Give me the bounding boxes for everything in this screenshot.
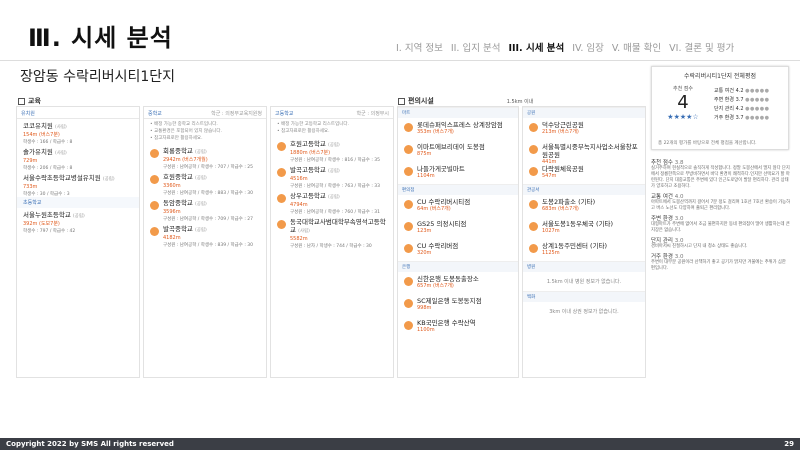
list-item[interactable]: 동국대학교사범대학부속영석고등학교 (사립) 5582m 구성원 : 남자 / 학생…: [271, 215, 393, 249]
list-item[interactable]: 코코유치원 (사립) 154m (버스7분) 학생수 : 166 / 학급수 : 8: [17, 119, 139, 145]
school-icon: [150, 227, 159, 236]
list-item[interactable]: 상계1동주민센터 (기타) 1125m: [523, 239, 645, 261]
complex-name: 장암동 수락리버시티1단지: [20, 69, 176, 85]
star-rating-icon: ★★★★☆: [667, 113, 699, 121]
school-icon: [277, 142, 286, 151]
nav-item-visit[interactable]: IV. 임장: [572, 40, 604, 54]
school-icon: [277, 220, 286, 229]
total-score: 추천 점수 4 ★★★★☆: [658, 85, 708, 121]
bank-icon: [404, 321, 413, 330]
nav-item-conclusion[interactable]: VI. 결론 및 평가: [669, 40, 734, 54]
facilities-right-panel: 공원 덕수당근린공원 213m (버스7개) 서울특별시중부녹지사업소서울창포원공…: [522, 106, 646, 378]
nav-item-price[interactable]: III. 시세 분석: [508, 40, 564, 54]
section-nav: I. 지역 정보 II. 입지 분석 III. 시세 분석 IV. 임장 V. …: [396, 40, 734, 54]
bank-icon: [404, 299, 413, 308]
list-item[interactable]: 나들가게굿빌마트 1104m: [398, 162, 518, 184]
page-number: 29: [784, 440, 794, 448]
empty-message: 3km 이내 상권 정보가 없습니다.: [549, 309, 619, 315]
list-item[interactable]: 상우고등학교 (공립) 4794m 구성원 : 남여공학 / 학생수 : 760 /…: [271, 189, 393, 215]
nav-item-location[interactable]: II. 입지 분석: [451, 40, 501, 54]
house-icon: [18, 97, 25, 105]
list-item[interactable]: 호원중학교 (공립) 3360m 구성원 : 남여공학 / 학생수 : 883 / …: [144, 170, 266, 196]
store-icon: [398, 97, 405, 105]
nav-item-region[interactable]: I. 지역 정보: [396, 40, 443, 54]
copyright: Copyright 2022 by SMS All rights reserve…: [6, 440, 174, 448]
list-item[interactable]: 덕수당근린공원 213m (버스7개): [523, 118, 645, 140]
list-item[interactable]: 이마트에브리데이 도봉점 875m: [398, 140, 518, 162]
list-item[interactable]: 서울수락초등학교병설유치원 (공립) 733m 학생수 : 30 / 학급수 : 3: [17, 171, 139, 197]
building-icon: [529, 200, 538, 209]
park-icon: [529, 123, 538, 132]
school-icon: [150, 149, 159, 158]
empty-message: 1.5km 이내 병원 정보가 없습니다.: [546, 279, 622, 285]
list-item[interactable]: 도봉2파출소 (기타) 683m (버스7개): [523, 195, 645, 217]
notes: • 배정 가능한 고등학교 리스트입니다. • 참고자료로만 활용하세요.: [277, 122, 349, 134]
school-icon: [277, 194, 286, 203]
footer-bar: Copyright 2022 by SMS All rights reserve…: [0, 438, 800, 450]
notes: • 배정 가능한 중학교 리스트입니다. • 교통환경은 포함되어 있지 않습니다…: [150, 122, 222, 141]
park-icon: [529, 145, 538, 154]
list-item[interactable]: KB국민은행 수락산역 1100m: [398, 316, 518, 338]
slide: Ⅲ. 시세 분석 I. 지역 정보 II. 입지 분석 III. 시세 분석 I…: [0, 0, 800, 450]
kindergarten-label: 유치원: [21, 111, 35, 117]
facilities-heading: 편의시설 1.5km 이내: [398, 96, 533, 106]
building-icon: [529, 222, 538, 231]
list-item[interactable]: CU 수락리버시티점 64m (버스7개): [398, 195, 518, 217]
high-school-panel: 고등학교 학군 : 의정부시 • 배정 가능한 고등학교 리스트입니다. • 참고자…: [270, 106, 394, 378]
building-icon: [529, 244, 538, 253]
school-icon: [277, 168, 286, 177]
list-item[interactable]: GS25 의정시티점 123m: [398, 217, 518, 239]
rating-rows: 교통 여건 4.2 ●●●●● 주변 환경 3.7 ●●●●● 단지 관리 4.…: [714, 88, 770, 121]
rating-card: 수락리버시티1단지 전체평점 추천 점수 4 ★★★★☆ 교통 여건 4.2 ●…: [651, 66, 789, 150]
park-icon: [529, 167, 538, 176]
elementary-label: 초등학교: [17, 197, 139, 208]
list-item[interactable]: 서울누원초등학교 (공립) 392m (도보7분) 학생수 : 797 / 학급수 …: [17, 208, 139, 234]
nav-item-listing[interactable]: V. 매물 확인: [612, 40, 661, 54]
list-item[interactable]: 호원고등학교 (공립) 1880m (버스7분) 구성원 : 남여공학 / 학생수 …: [271, 137, 393, 163]
kindergarten-panel: 유치원 코코유치원 (사립) 154m (버스7분) 학생수 : 166 / 학급수…: [16, 106, 140, 378]
list-item[interactable]: 회룡중학교 (공립) 2942m (버스7개월) 구성원 : 남여공학 / 학생수 …: [144, 144, 266, 170]
list-item[interactable]: SC제일은행 도봉동지점 998m: [398, 294, 518, 316]
list-item[interactable]: 서울도봉1동우체국 (기타) 1027m: [523, 217, 645, 239]
list-item[interactable]: 동암중학교 (공립) 3596m 구성원 : 남여공학 / 학생수 : 709 / …: [144, 196, 266, 222]
reviews: 추천 점수 3.8 실거주하며 현실적으로 솔직하게 작성합니다. 정말 도봉산…: [651, 160, 791, 271]
middle-school-panel: 중학교 학군 : 의정부교육지원청 • 배정 가능한 중학교 리스트입니다. • 교…: [143, 106, 267, 378]
list-item[interactable]: 발곡중학교 (공립) 4182m 구성원 : 남여공학 / 학생수 : 839 / …: [144, 222, 266, 248]
list-item[interactable]: 서울특별시중부녹지사업소서울창포원공원 441m: [523, 140, 645, 165]
list-item[interactable]: CU 수락리버점 320m: [398, 239, 518, 261]
store-icon: [404, 200, 413, 209]
store-icon: [404, 222, 413, 231]
page-title: Ⅲ. 시세 분석: [28, 24, 173, 52]
list-item[interactable]: 발곡고등학교 (공립) 4516m 구성원 : 남여공학 / 학생수 : 763 /…: [271, 163, 393, 189]
school-icon: [150, 201, 159, 210]
mart-icon: [404, 145, 413, 154]
facilities-left-panel: 마트 롯데슈퍼익스프레스 상계장암점 353m (버스7개) 이마트에브리데이 도…: [397, 106, 519, 378]
mart-icon: [404, 167, 413, 176]
bank-icon: [404, 277, 413, 286]
divider: [0, 60, 800, 61]
list-item[interactable]: 솔가유치원 (사립) 729m 학생수 : 206 / 학급수 : 8: [17, 145, 139, 171]
list-item[interactable]: 롯데슈퍼익스프레스 상계장암점 353m (버스7개): [398, 118, 518, 140]
list-item[interactable]: 신한은행 도봉동출장소 657m (버스7개): [398, 272, 518, 294]
store-icon: [404, 244, 413, 253]
education-heading: 교육: [18, 96, 41, 106]
school-icon: [150, 175, 159, 184]
mart-icon: [404, 123, 413, 132]
